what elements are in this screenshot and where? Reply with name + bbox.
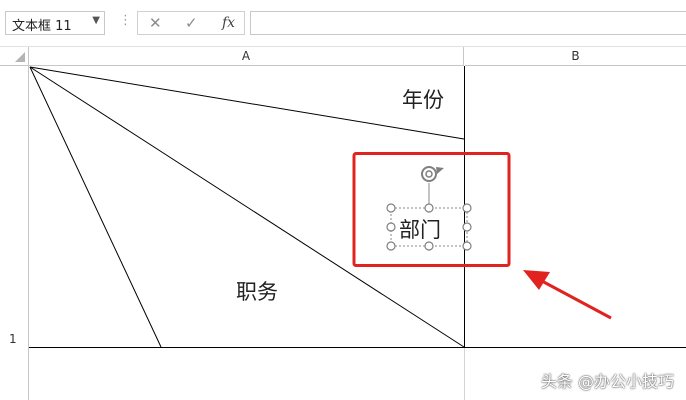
- resize-handle-e[interactable]: [462, 222, 472, 232]
- resize-handle-w[interactable]: [386, 222, 396, 232]
- resize-handle-n[interactable]: [424, 203, 434, 213]
- red-arrow-icon: [523, 270, 612, 320]
- resize-handle-nw[interactable]: [386, 203, 396, 213]
- worksheet-grid: 年份 职务 部门: [29, 66, 686, 400]
- textbox-department[interactable]: 部门: [399, 218, 441, 242]
- resize-handle-s[interactable]: [424, 241, 434, 251]
- resize-handle-ne[interactable]: [462, 203, 472, 213]
- label-position[interactable]: 职务: [236, 280, 278, 304]
- resize-handle-sw[interactable]: [386, 241, 396, 251]
- resize-handle-se[interactable]: [462, 241, 472, 251]
- label-year[interactable]: 年份: [402, 88, 444, 112]
- watermark-text: 头条 @办公小技巧: [540, 372, 674, 391]
